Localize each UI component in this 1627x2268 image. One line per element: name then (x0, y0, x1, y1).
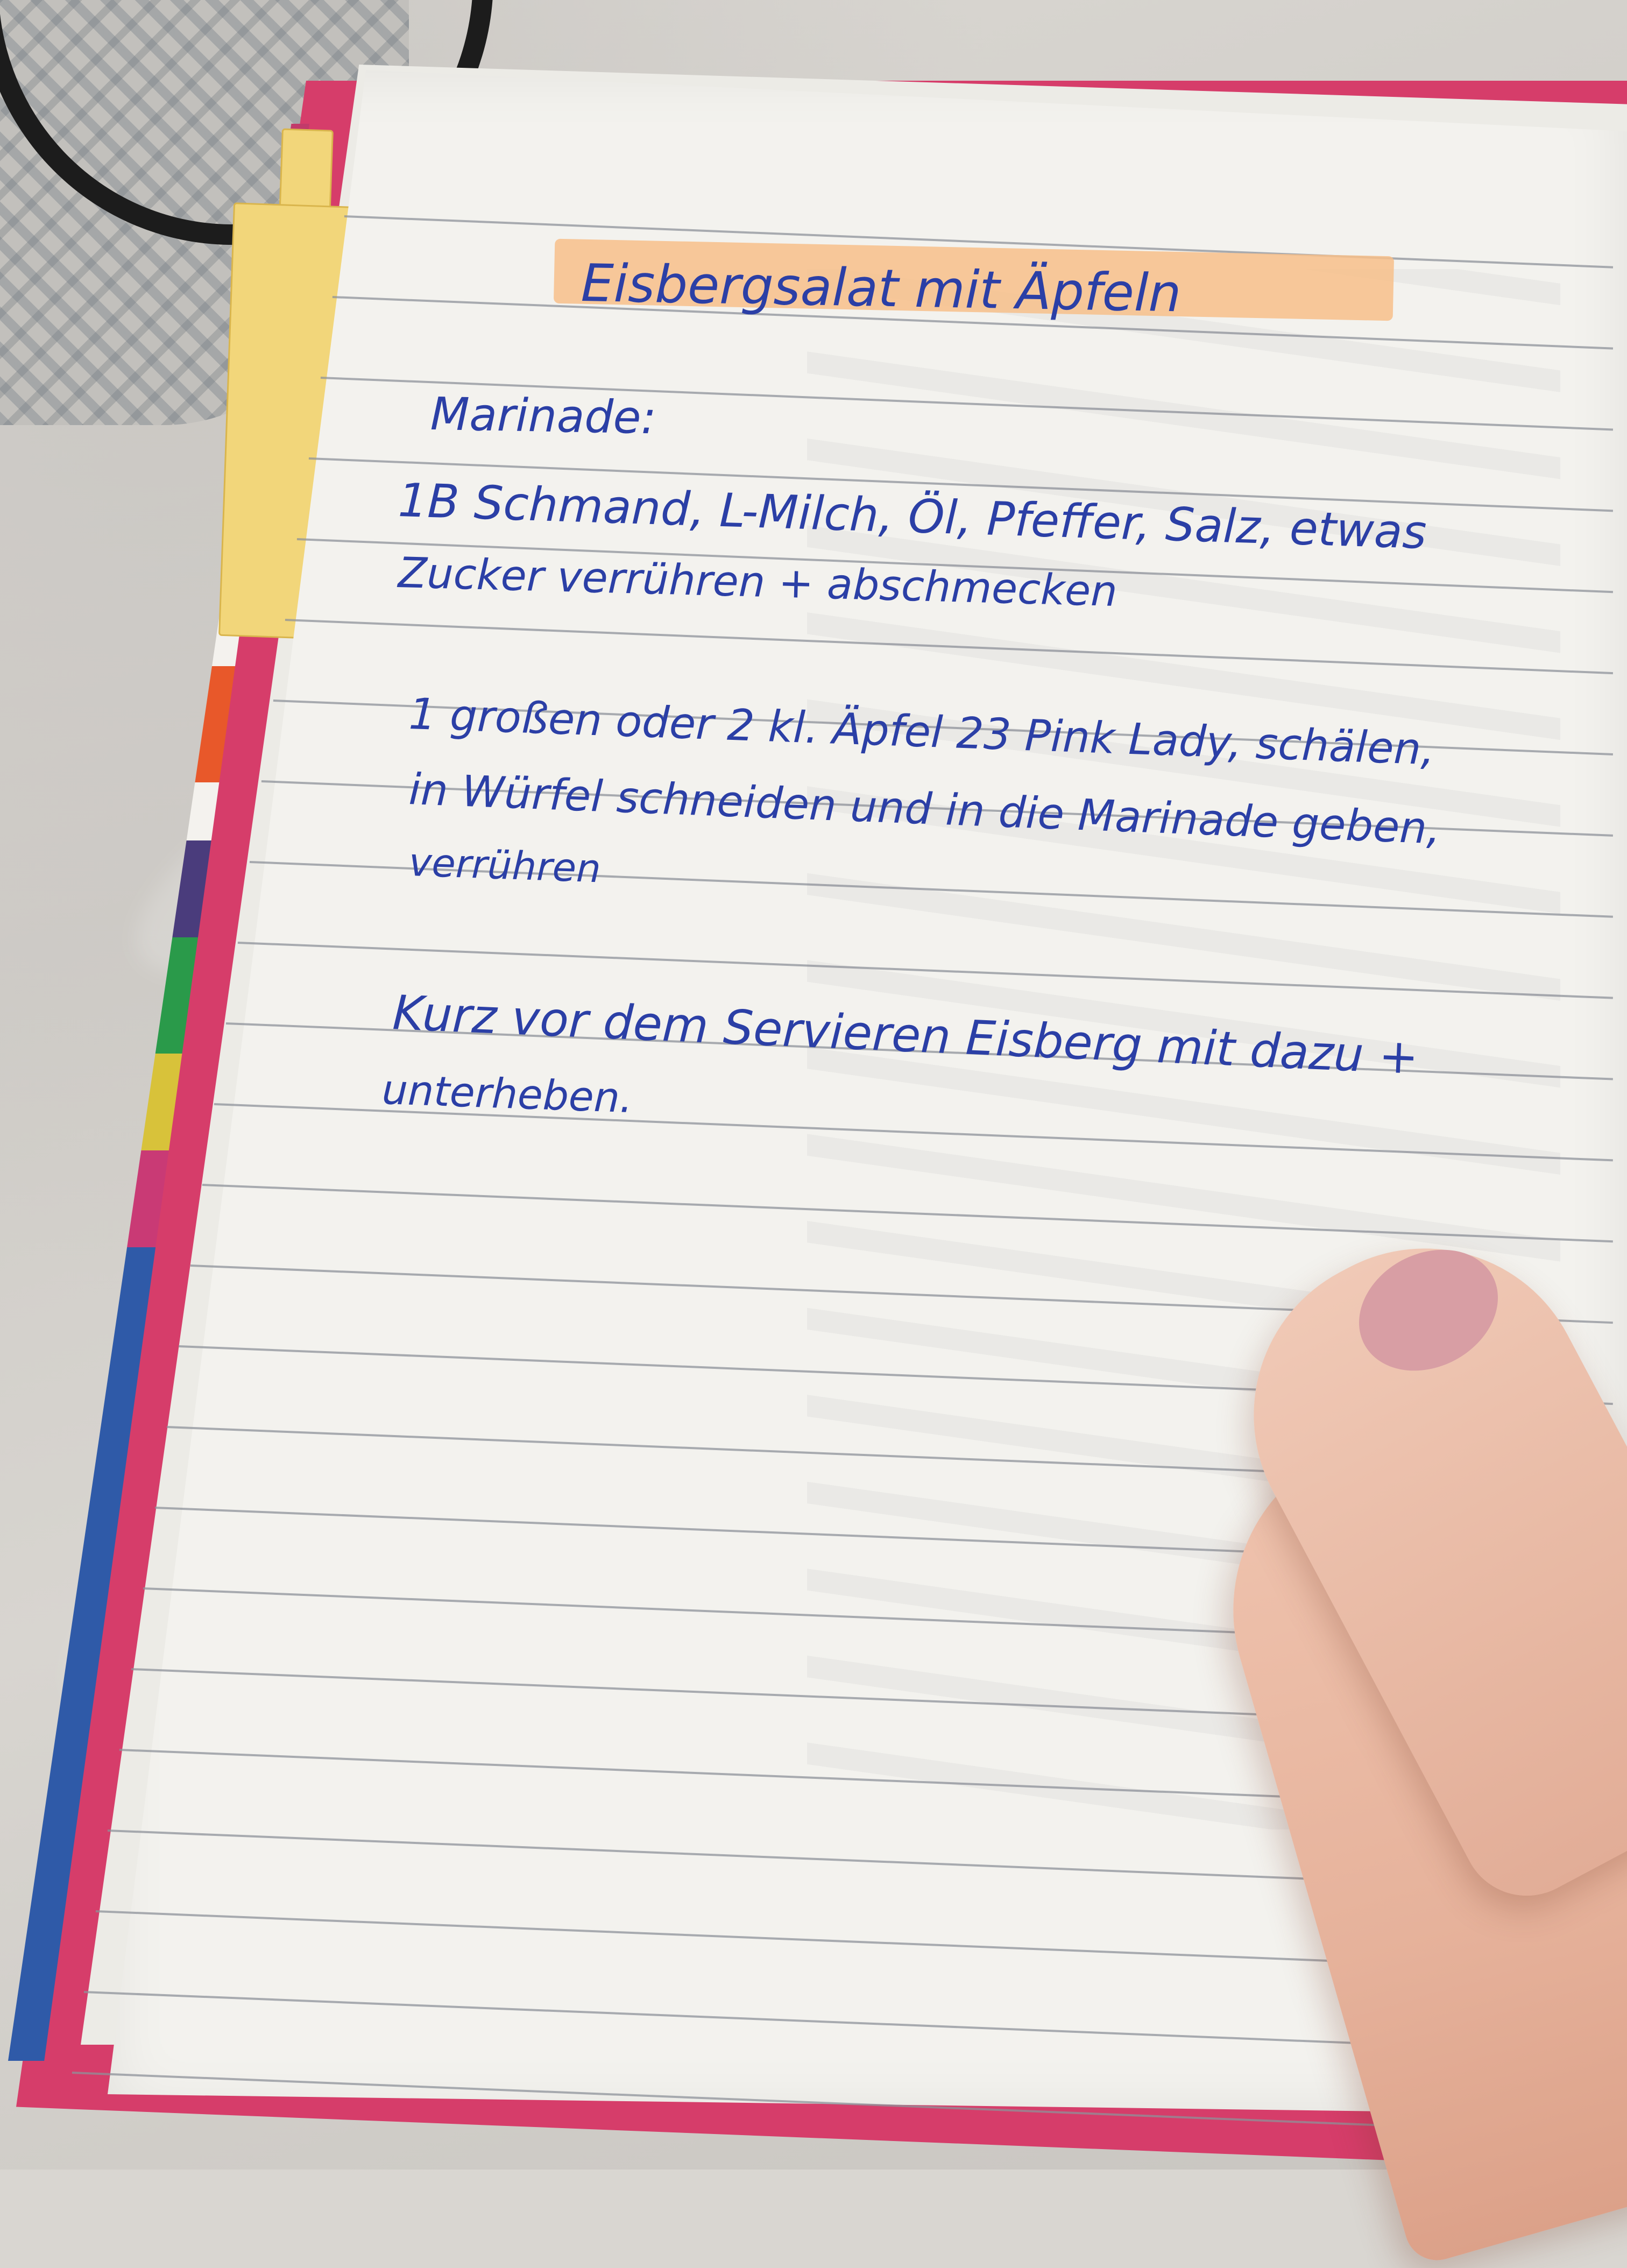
marinade-heading: Marinade: (430, 387, 657, 444)
serve-line: unterheben. (381, 1065, 634, 1122)
recipe-title: Eisbergsalat mit Äpfeln (581, 253, 1182, 324)
apple-line: verrühren (408, 839, 602, 892)
